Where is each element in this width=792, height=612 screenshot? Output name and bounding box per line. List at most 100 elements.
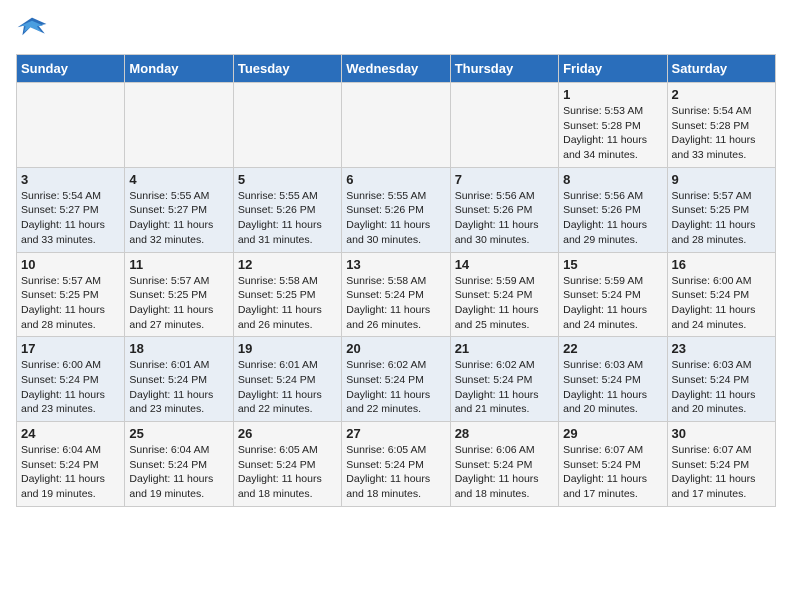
day-number: 9: [672, 172, 771, 187]
calendar-cell: 13 Sunrise: 5:58 AM Sunset: 5:24 PM Dayli…: [342, 252, 450, 337]
calendar-cell: 7 Sunrise: 5:56 AM Sunset: 5:26 PM Daylig…: [450, 167, 558, 252]
day-info: Sunrise: 6:07 AM Sunset: 5:24 PM Dayligh…: [672, 443, 771, 502]
day-info: Sunrise: 6:06 AM Sunset: 5:24 PM Dayligh…: [455, 443, 554, 502]
calendar-header-row: SundayMondayTuesdayWednesdayThursdayFrid…: [17, 55, 776, 83]
calendar-week-row: 3 Sunrise: 5:54 AM Sunset: 5:27 PM Daylig…: [17, 167, 776, 252]
day-number: 16: [672, 257, 771, 272]
day-info: Sunrise: 5:58 AM Sunset: 5:24 PM Dayligh…: [346, 274, 445, 333]
day-info: Sunrise: 6:04 AM Sunset: 5:24 PM Dayligh…: [21, 443, 120, 502]
day-number: 7: [455, 172, 554, 187]
day-number: 3: [21, 172, 120, 187]
weekday-header: Wednesday: [342, 55, 450, 83]
calendar-cell: 30 Sunrise: 6:07 AM Sunset: 5:24 PM Dayli…: [667, 422, 775, 507]
day-info: Sunrise: 6:00 AM Sunset: 5:24 PM Dayligh…: [672, 274, 771, 333]
day-number: 23: [672, 341, 771, 356]
day-number: 25: [129, 426, 228, 441]
day-info: Sunrise: 6:05 AM Sunset: 5:24 PM Dayligh…: [238, 443, 337, 502]
day-number: 6: [346, 172, 445, 187]
day-number: 18: [129, 341, 228, 356]
day-number: 12: [238, 257, 337, 272]
day-number: 29: [563, 426, 662, 441]
day-info: Sunrise: 6:05 AM Sunset: 5:24 PM Dayligh…: [346, 443, 445, 502]
day-info: Sunrise: 5:54 AM Sunset: 5:28 PM Dayligh…: [672, 104, 771, 163]
calendar-cell: 4 Sunrise: 5:55 AM Sunset: 5:27 PM Daylig…: [125, 167, 233, 252]
calendar-cell: [125, 83, 233, 168]
day-number: 30: [672, 426, 771, 441]
day-number: 8: [563, 172, 662, 187]
calendar-cell: 29 Sunrise: 6:07 AM Sunset: 5:24 PM Dayli…: [559, 422, 667, 507]
calendar-cell: 23 Sunrise: 6:03 AM Sunset: 5:24 PM Dayli…: [667, 337, 775, 422]
day-info: Sunrise: 6:03 AM Sunset: 5:24 PM Dayligh…: [563, 358, 662, 417]
calendar-cell: 6 Sunrise: 5:55 AM Sunset: 5:26 PM Daylig…: [342, 167, 450, 252]
calendar-cell: 28 Sunrise: 6:06 AM Sunset: 5:24 PM Dayli…: [450, 422, 558, 507]
calendar-table: SundayMondayTuesdayWednesdayThursdayFrid…: [16, 54, 776, 507]
weekday-header: Monday: [125, 55, 233, 83]
calendar-cell: 1 Sunrise: 5:53 AM Sunset: 5:28 PM Daylig…: [559, 83, 667, 168]
calendar-cell: 26 Sunrise: 6:05 AM Sunset: 5:24 PM Dayli…: [233, 422, 341, 507]
day-number: 27: [346, 426, 445, 441]
day-number: 4: [129, 172, 228, 187]
calendar-cell: [17, 83, 125, 168]
day-info: Sunrise: 5:57 AM Sunset: 5:25 PM Dayligh…: [672, 189, 771, 248]
calendar-cell: 8 Sunrise: 5:56 AM Sunset: 5:26 PM Daylig…: [559, 167, 667, 252]
calendar-cell: 15 Sunrise: 5:59 AM Sunset: 5:24 PM Dayli…: [559, 252, 667, 337]
day-number: 22: [563, 341, 662, 356]
calendar-cell: 11Sunrise: 5:57 AM Sunset: 5:25 PM Dayli…: [125, 252, 233, 337]
calendar-cell: [342, 83, 450, 168]
calendar-week-row: 1 Sunrise: 5:53 AM Sunset: 5:28 PM Daylig…: [17, 83, 776, 168]
day-info: Sunrise: 6:02 AM Sunset: 5:24 PM Dayligh…: [346, 358, 445, 417]
calendar-cell: 10 Sunrise: 5:57 AM Sunset: 5:25 PM Dayli…: [17, 252, 125, 337]
day-info: Sunrise: 5:57 AM Sunset: 5:25 PM Dayligh…: [129, 274, 228, 333]
day-info: Sunrise: 5:53 AM Sunset: 5:28 PM Dayligh…: [563, 104, 662, 163]
calendar-cell: 16 Sunrise: 6:00 AM Sunset: 5:24 PM Dayli…: [667, 252, 775, 337]
day-info: Sunrise: 5:55 AM Sunset: 5:26 PM Dayligh…: [238, 189, 337, 248]
day-info: Sunrise: 5:55 AM Sunset: 5:27 PM Dayligh…: [129, 189, 228, 248]
calendar-cell: 5 Sunrise: 5:55 AM Sunset: 5:26 PM Daylig…: [233, 167, 341, 252]
calendar-week-row: 10 Sunrise: 5:57 AM Sunset: 5:25 PM Dayli…: [17, 252, 776, 337]
day-info: Sunrise: 5:56 AM Sunset: 5:26 PM Dayligh…: [563, 189, 662, 248]
calendar-cell: 22 Sunrise: 6:03 AM Sunset: 5:24 PM Dayli…: [559, 337, 667, 422]
calendar-cell: 24Sunrise: 6:04 AM Sunset: 5:24 PM Dayli…: [17, 422, 125, 507]
day-info: Sunrise: 5:56 AM Sunset: 5:26 PM Dayligh…: [455, 189, 554, 248]
day-number: 14: [455, 257, 554, 272]
weekday-header: Friday: [559, 55, 667, 83]
day-number: 20: [346, 341, 445, 356]
day-number: 10: [21, 257, 120, 272]
day-info: Sunrise: 5:57 AM Sunset: 5:25 PM Dayligh…: [21, 274, 120, 333]
day-number: 5: [238, 172, 337, 187]
calendar-week-row: 17 Sunrise: 6:00 AM Sunset: 5:24 PM Dayli…: [17, 337, 776, 422]
weekday-header: Sunday: [17, 55, 125, 83]
day-info: Sunrise: 6:04 AM Sunset: 5:24 PM Dayligh…: [129, 443, 228, 502]
day-number: 19: [238, 341, 337, 356]
weekday-header: Tuesday: [233, 55, 341, 83]
calendar-cell: 12Sunrise: 5:58 AM Sunset: 5:25 PM Dayli…: [233, 252, 341, 337]
day-info: Sunrise: 6:07 AM Sunset: 5:24 PM Dayligh…: [563, 443, 662, 502]
calendar-cell: [233, 83, 341, 168]
day-number: 2: [672, 87, 771, 102]
calendar-cell: 3 Sunrise: 5:54 AM Sunset: 5:27 PM Daylig…: [17, 167, 125, 252]
day-info: Sunrise: 5:59 AM Sunset: 5:24 PM Dayligh…: [563, 274, 662, 333]
calendar-cell: 17 Sunrise: 6:00 AM Sunset: 5:24 PM Dayli…: [17, 337, 125, 422]
weekday-header: Saturday: [667, 55, 775, 83]
calendar-cell: 19 Sunrise: 6:01 AM Sunset: 5:24 PM Dayli…: [233, 337, 341, 422]
day-number: 17: [21, 341, 120, 356]
day-number: 26: [238, 426, 337, 441]
page-header: [16, 16, 776, 44]
day-number: 28: [455, 426, 554, 441]
day-number: 1: [563, 87, 662, 102]
day-info: Sunrise: 6:01 AM Sunset: 5:24 PM Dayligh…: [238, 358, 337, 417]
day-number: 13: [346, 257, 445, 272]
day-info: Sunrise: 6:01 AM Sunset: 5:24 PM Dayligh…: [129, 358, 228, 417]
day-info: Sunrise: 5:55 AM Sunset: 5:26 PM Dayligh…: [346, 189, 445, 248]
day-info: Sunrise: 6:03 AM Sunset: 5:24 PM Dayligh…: [672, 358, 771, 417]
calendar-cell: [450, 83, 558, 168]
calendar-cell: 21Sunrise: 6:02 AM Sunset: 5:24 PM Dayli…: [450, 337, 558, 422]
logo-icon: [16, 16, 48, 44]
day-info: Sunrise: 6:00 AM Sunset: 5:24 PM Dayligh…: [21, 358, 120, 417]
day-info: Sunrise: 5:54 AM Sunset: 5:27 PM Dayligh…: [21, 189, 120, 248]
calendar-cell: 20 Sunrise: 6:02 AM Sunset: 5:24 PM Dayli…: [342, 337, 450, 422]
day-number: 15: [563, 257, 662, 272]
day-info: Sunrise: 5:59 AM Sunset: 5:24 PM Dayligh…: [455, 274, 554, 333]
calendar-cell: 27 Sunrise: 6:05 AM Sunset: 5:24 PM Dayli…: [342, 422, 450, 507]
calendar-cell: 2 Sunrise: 5:54 AM Sunset: 5:28 PM Daylig…: [667, 83, 775, 168]
